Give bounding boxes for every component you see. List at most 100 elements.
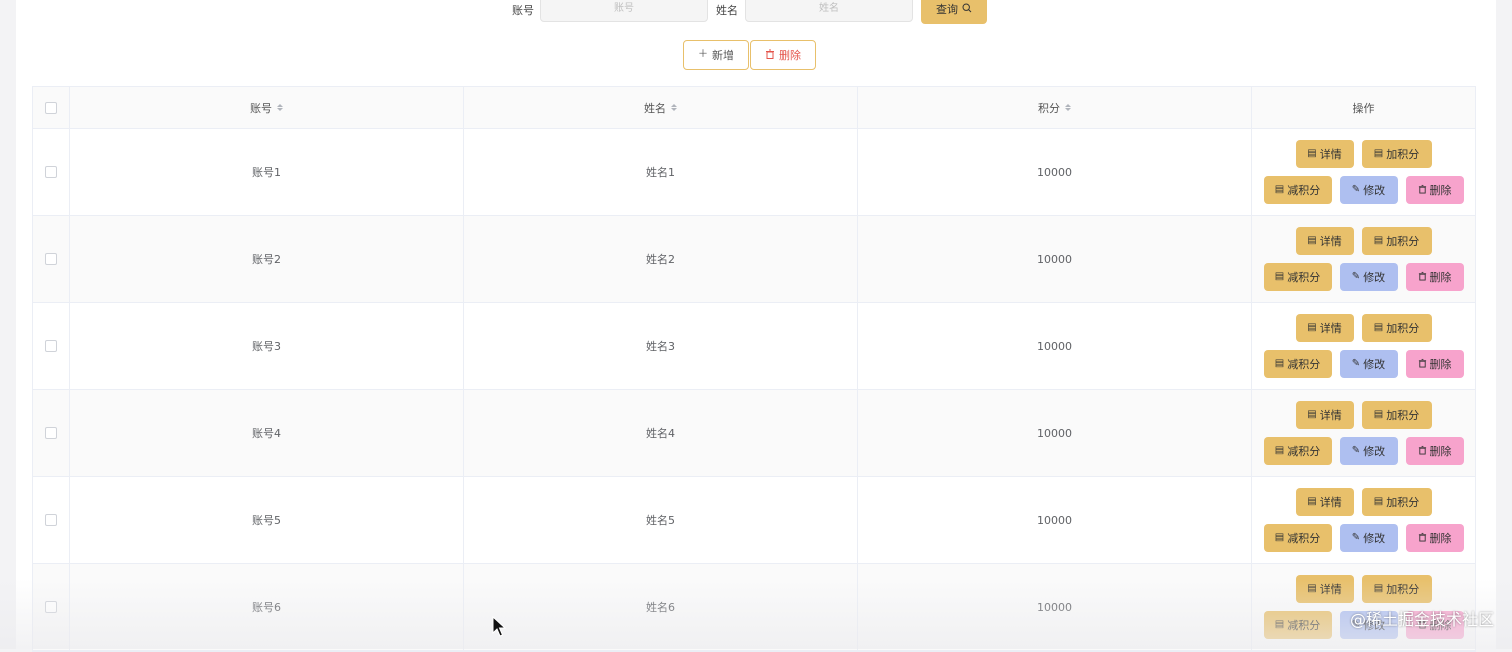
document-icon: ▤ — [1307, 583, 1317, 594]
name-value: 姓名1 — [646, 166, 675, 179]
row-checkbox-cell — [33, 477, 70, 563]
reduce-points-button[interactable]: ▤ 减积分 — [1263, 611, 1332, 639]
trash-icon — [1418, 184, 1427, 197]
sort-icon[interactable] — [277, 104, 283, 111]
score-cell: 10000 — [858, 216, 1252, 302]
detail-button[interactable]: ▤ 详情 — [1295, 227, 1354, 255]
header-account-label: 账号 — [250, 101, 272, 115]
delete-button[interactable]: 删除 — [1405, 176, 1464, 204]
detail-button[interactable]: ▤ 详情 — [1295, 314, 1354, 342]
reduce-points-button[interactable]: ▤ 减积分 — [1263, 176, 1332, 204]
add-points-button[interactable]: ▤ 加积分 — [1361, 488, 1432, 516]
edit-button[interactable]: ✎ 修改 — [1339, 350, 1398, 378]
trash-icon — [1418, 271, 1427, 284]
document-icon: ▤ — [1274, 619, 1285, 630]
search-icon — [962, 2, 972, 16]
document-icon: ▤ — [1307, 235, 1317, 246]
batch-delete-button[interactable]: 删除 — [750, 40, 816, 70]
row-checkbox[interactable] — [45, 340, 57, 352]
add-points-label: 加积分 — [1386, 409, 1420, 422]
delete-button[interactable]: 删除 — [1405, 524, 1464, 552]
row-checkbox-cell — [33, 564, 70, 650]
reduce-points-button[interactable]: ▤ 减积分 — [1263, 524, 1332, 552]
actions-line-2: ▤ 减积分 ✎ 修改 删除 — [1263, 176, 1464, 204]
add-points-label: 加积分 — [1386, 583, 1420, 596]
detail-label: 详情 — [1319, 322, 1342, 335]
row-checkbox-cell — [33, 129, 70, 215]
add-points-button[interactable]: ▤ 加积分 — [1361, 401, 1432, 429]
add-points-button[interactable]: ▤ 加积分 — [1361, 314, 1432, 342]
row-checkbox[interactable] — [45, 166, 57, 178]
delete-label: 删除 — [1429, 271, 1452, 284]
delete-button[interactable]: 删除 — [1405, 437, 1464, 465]
trash-icon — [765, 49, 775, 62]
row-checkbox[interactable] — [45, 514, 57, 526]
add-points-label: 加积分 — [1386, 496, 1420, 509]
account-label: 账号 — [512, 4, 534, 17]
add-points-button[interactable]: ▤ 加积分 — [1361, 140, 1432, 168]
account-value: 账号1 — [252, 166, 281, 179]
actions-line-1: ▤ 详情 ▤ 加积分 — [1295, 401, 1432, 429]
reduce-points-label: 减积分 — [1287, 619, 1321, 632]
delete-label: 删除 — [1429, 184, 1452, 197]
reduce-points-label: 减积分 — [1287, 271, 1321, 284]
edit-button[interactable]: ✎ 修改 — [1339, 263, 1398, 291]
add-points-button[interactable]: ▤ 加积分 — [1361, 227, 1432, 255]
name-value: 姓名6 — [646, 601, 675, 614]
actions-line-1: ▤ 详情 ▤ 加积分 — [1295, 575, 1432, 603]
detail-button[interactable]: ▤ 详情 — [1295, 140, 1354, 168]
select-all-checkbox[interactable] — [45, 101, 57, 114]
row-checkbox-cell — [33, 390, 70, 476]
sort-icon[interactable] — [671, 104, 677, 111]
row-checkbox[interactable] — [45, 253, 57, 265]
header-account[interactable]: 账号 — [70, 87, 464, 128]
add-points-label: 加积分 — [1386, 235, 1420, 248]
document-icon: ▤ — [1274, 358, 1285, 369]
reduce-points-label: 减积分 — [1287, 358, 1321, 371]
delete-button[interactable]: 删除 — [1405, 350, 1464, 378]
document-icon: ▤ — [1307, 322, 1317, 333]
reduce-points-label: 减积分 — [1287, 532, 1321, 545]
account-value: 账号6 — [252, 601, 281, 614]
watermark: @稀土掘金技术社区 — [1349, 610, 1494, 629]
detail-button[interactable]: ▤ 详情 — [1295, 575, 1354, 603]
delete-button[interactable]: 删除 — [1405, 263, 1464, 291]
edit-button[interactable]: ✎ 修改 — [1339, 437, 1398, 465]
account-value: 账号5 — [252, 514, 281, 527]
score-value: 10000 — [1037, 513, 1072, 527]
header-name-label: 姓名 — [644, 101, 666, 115]
delete-label: 删除 — [1429, 358, 1452, 371]
reduce-points-button[interactable]: ▤ 减积分 — [1263, 263, 1332, 291]
header-score-label: 积分 — [1038, 101, 1060, 115]
name-label: 姓名 — [716, 4, 738, 17]
name-value: 姓名4 — [646, 427, 675, 440]
edit-label: 修改 — [1363, 358, 1386, 371]
detail-button[interactable]: ▤ 详情 — [1295, 488, 1354, 516]
add-points-label: 加积分 — [1386, 148, 1420, 161]
actions-line-1: ▤ 详情 ▤ 加积分 — [1295, 314, 1432, 342]
add-button[interactable]: ＋ 新增 — [683, 40, 749, 70]
header-score[interactable]: 积分 — [858, 87, 1252, 128]
table-row: 账号5 姓名5 10000 ▤ 详情 ▤ 加积分 ▤ 减积分 ✎ 修改 删除 — [33, 477, 1475, 564]
detail-label: 详情 — [1319, 409, 1342, 422]
row-checkbox[interactable] — [45, 427, 57, 439]
name-search-input[interactable] — [745, 0, 913, 22]
detail-button[interactable]: ▤ 详情 — [1295, 401, 1354, 429]
row-checkbox-cell — [33, 216, 70, 302]
document-icon: ▤ — [1307, 148, 1317, 159]
row-checkbox[interactable] — [45, 601, 57, 613]
reduce-points-button[interactable]: ▤ 减积分 — [1263, 437, 1332, 465]
reduce-points-button[interactable]: ▤ 减积分 — [1263, 350, 1332, 378]
document-icon: ▤ — [1274, 445, 1285, 456]
edit-button[interactable]: ✎ 修改 — [1339, 524, 1398, 552]
header-name[interactable]: 姓名 — [464, 87, 858, 128]
score-value: 10000 — [1037, 165, 1072, 179]
edit-button[interactable]: ✎ 修改 — [1339, 176, 1398, 204]
score-value: 10000 — [1037, 600, 1072, 614]
add-points-button[interactable]: ▤ 加积分 — [1361, 575, 1432, 603]
account-search-input[interactable] — [540, 0, 708, 22]
query-button[interactable]: 查询 — [921, 0, 987, 24]
edit-label: 修改 — [1363, 532, 1386, 545]
sort-icon[interactable] — [1065, 104, 1071, 111]
actions-line-2: ▤ 减积分 ✎ 修改 删除 — [1263, 263, 1464, 291]
